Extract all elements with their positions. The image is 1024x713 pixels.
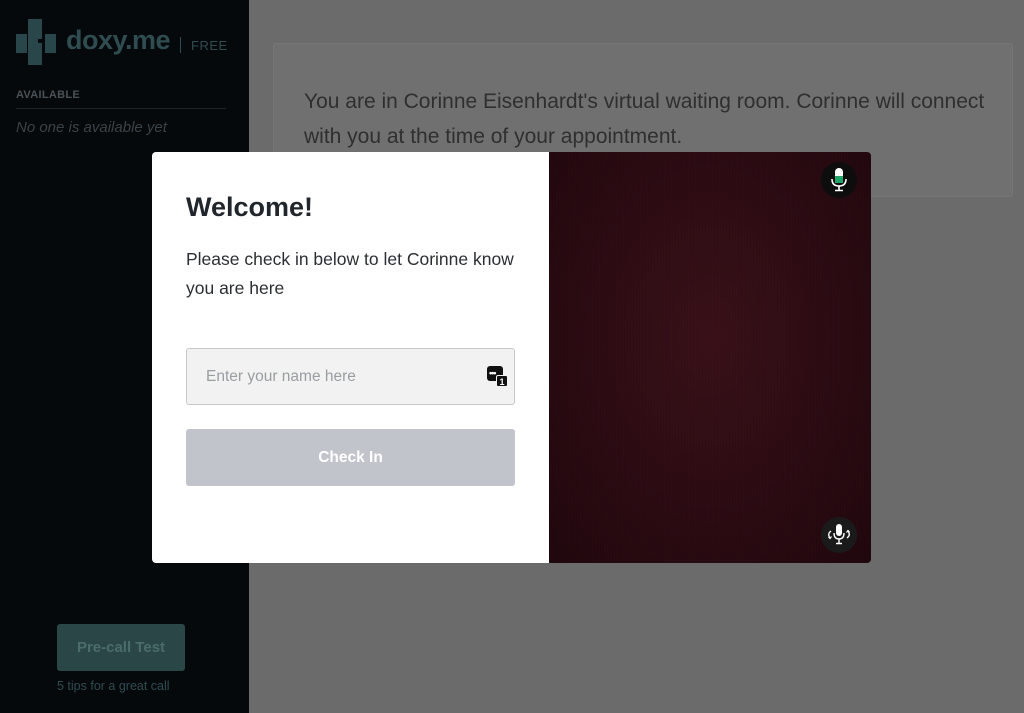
- checkin-panel: Welcome! Please check in below to let Co…: [152, 152, 549, 563]
- logo-text: doxy.me: [66, 25, 171, 55]
- name-input[interactable]: [187, 349, 514, 404]
- available-empty-text: No one is available yet: [16, 119, 167, 136]
- switch-mic-glyph: [828, 524, 850, 545]
- checkin-modal: Welcome! Please check in below to let Co…: [152, 152, 871, 563]
- logo-divider: [180, 37, 181, 53]
- autofill-icon[interactable]: ••• 1: [487, 366, 508, 388]
- available-heading: AVAILABLE: [16, 89, 81, 101]
- switch-microphone-icon[interactable]: [821, 517, 857, 553]
- microphone-icon[interactable]: [821, 162, 857, 198]
- check-in-button[interactable]: Check In: [186, 429, 515, 486]
- precall-test-button[interactable]: Pre-call Test: [57, 624, 185, 671]
- modal-description: Please check in below to let Corinne kno…: [186, 249, 514, 298]
- modal-title: Welcome!: [186, 192, 314, 222]
- tips-link[interactable]: 5 tips for a great call: [57, 679, 170, 693]
- doxy-cross-icon: [16, 19, 56, 65]
- video-preview: [549, 152, 871, 563]
- video-feed: [549, 152, 871, 563]
- plan-label: FREE: [191, 38, 228, 53]
- microphone-glyph: [831, 168, 847, 192]
- autofill-badge: 1: [496, 375, 508, 387]
- waiting-room-message: You are in Corinne Eisenhardt's virtual …: [304, 90, 985, 148]
- name-input-wrapper: ••• 1: [186, 348, 515, 405]
- available-divider: [16, 108, 226, 109]
- doxy-logo[interactable]: doxy.me FREE: [16, 19, 246, 65]
